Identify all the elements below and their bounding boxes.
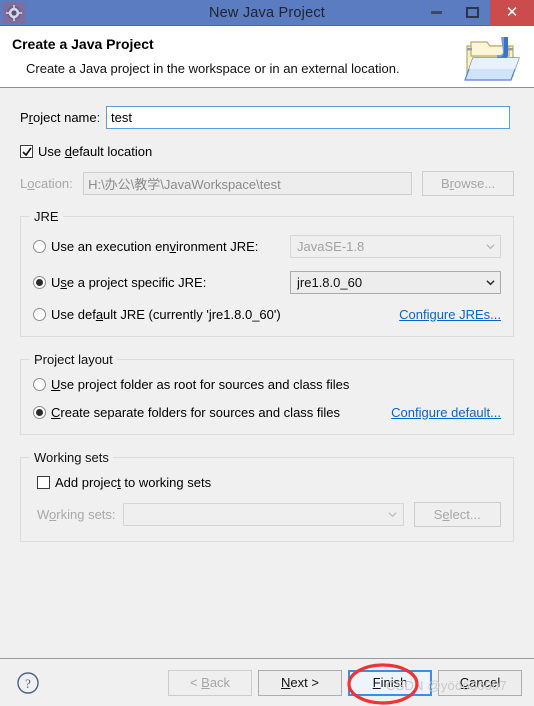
working-sets-label: Working sets: [37,507,116,522]
use-default-location-row[interactable]: Use default location [20,144,514,159]
project-name-label: Project name: [20,110,101,125]
jre-option-execution-environment[interactable]: Use an execution environment JRE: JavaSE… [33,235,501,258]
minimize-button[interactable] [418,0,454,26]
select-working-sets-button[interactable]: Select... [413,502,501,527]
project-name-input[interactable]: test [106,106,510,129]
location-input[interactable]: H:\办公\教学\JavaWorkspace\test [83,172,413,195]
working-sets-group-title: Working sets [30,450,113,465]
location-value: H:\办公\教学\JavaWorkspace\test [88,177,281,192]
jre-execution-environment-label: Use an execution environment JRE: [51,239,259,254]
layout-separate-folders-radio[interactable] [33,406,46,419]
maximize-button[interactable] [454,0,490,26]
page-title: Create a Java Project [12,36,154,52]
use-default-location-checkbox[interactable] [20,145,33,158]
next-button[interactable]: Next > [258,669,342,696]
location-row: Location: H:\办公\教学\JavaWorkspace\test Br… [20,171,514,196]
layout-option-project-folder[interactable]: Use project folder as root for sources a… [33,377,501,392]
dialog-button-bar: ? < Back Next > Finish Cancel [0,658,534,706]
project-name-value: test [111,110,132,125]
svg-text:?: ? [25,676,31,691]
jre-project-specific-radio[interactable] [33,276,46,289]
finish-button[interactable]: Finish [348,669,432,696]
working-sets-row: Working sets: Select... [37,502,501,527]
browse-button[interactable]: Browse... [422,171,514,196]
help-question-icon[interactable]: ? [16,671,40,695]
project-layout-group-title: Project layout [30,352,117,367]
jre-option-default[interactable]: Use default JRE (currently 'jre1.8.0_60'… [33,307,501,322]
configure-jres-link[interactable]: Configure JREs... [399,307,501,322]
jre-group: JRE Use an execution environment JRE: Ja… [20,209,514,337]
location-label: Location: [20,176,73,191]
jre-default-radio[interactable] [33,308,46,321]
jre-default-label: Use default JRE (currently 'jre1.8.0_60'… [51,307,281,322]
add-project-to-working-sets-checkbox[interactable] [37,476,50,489]
layout-option-separate-folders[interactable]: Create separate folders for sources and … [33,405,501,420]
jre-execution-environment-radio[interactable] [33,240,46,253]
working-sets-group: Working sets Add project to working sets… [20,450,514,542]
project-specific-jre-combo[interactable]: jre1.8.0_60 [290,271,501,294]
minimize-icon [430,11,442,14]
wizard-body: Project name: test Use default location … [0,88,534,658]
configure-default-link[interactable]: Configure default... [391,405,501,420]
jre-option-project-specific[interactable]: Use a project specific JRE: jre1.8.0_60 [33,271,501,294]
check-icon [21,147,32,156]
chevron-down-icon [383,510,403,519]
working-sets-combo[interactable] [123,503,404,526]
window-titlebar: New Java Project ✕ [0,0,534,26]
jre-group-title: JRE [30,209,63,224]
back-button[interactable]: < Back [168,669,252,696]
add-project-to-working-sets-label: Add project to working sets [55,475,212,490]
new-java-project-dialog: New Java Project ✕ Create a Java Project… [0,0,534,706]
close-icon: ✕ [505,3,519,21]
close-button[interactable]: ✕ [490,0,534,26]
chevron-down-icon [480,242,500,251]
execution-environment-value: JavaSE-1.8 [297,239,365,254]
page-description: Create a Java project in the workspace o… [26,61,400,76]
add-project-to-working-sets-row[interactable]: Add project to working sets [37,475,501,490]
project-layout-group: Project layout Use project folder as roo… [20,352,514,435]
jre-project-specific-label: Use a project specific JRE: [51,275,207,290]
window-controls: ✕ [418,0,534,26]
radio-dot [36,409,43,416]
chevron-down-icon [480,278,500,287]
use-default-location-label: Use default location [38,144,153,159]
maximize-icon [465,7,479,18]
wizard-header: Create a Java Project Create a Java proj… [0,26,534,88]
java-project-folder-icon [461,32,525,84]
project-name-row: Project name: test [20,106,514,129]
radio-dot [36,279,43,286]
execution-environment-combo[interactable]: JavaSE-1.8 [290,235,501,258]
layout-separate-folders-label: Create separate folders for sources and … [51,405,341,420]
project-specific-jre-value: jre1.8.0_60 [297,275,363,290]
layout-project-folder-label: Use project folder as root for sources a… [51,377,350,392]
gear-icon [3,1,25,24]
cancel-button[interactable]: Cancel [438,669,522,696]
wizard-buttons: < Back Next > Finish Cancel [168,669,522,696]
layout-project-folder-radio[interactable] [33,378,46,391]
